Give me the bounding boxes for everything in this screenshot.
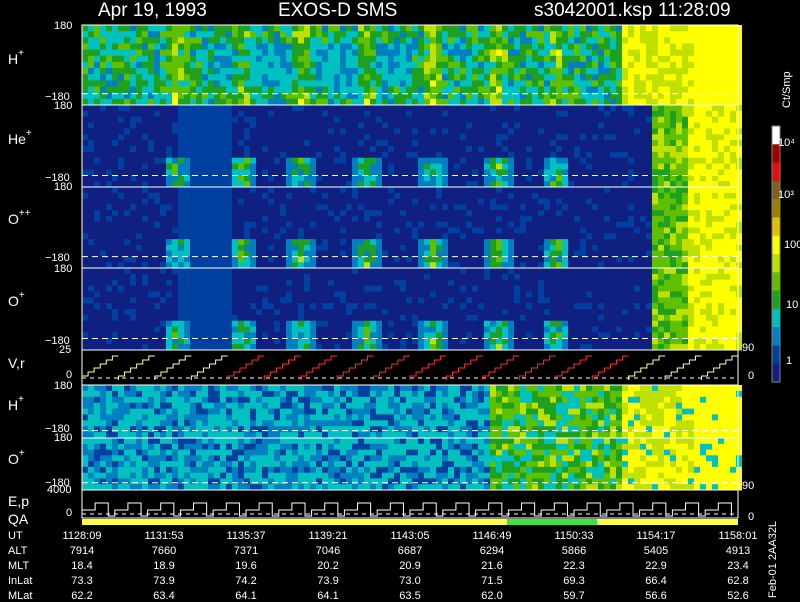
colorbar-label-1e4: 10⁴ — [778, 138, 795, 149]
panel-label-vr: V,r — [8, 356, 25, 370]
colorbar-label-10: 10 — [786, 300, 798, 311]
ephemeris-cell: 20.9 — [386, 561, 434, 572]
tick-180-opp: 180 — [54, 182, 72, 193]
ephemeris-cell: 73.0 — [386, 576, 434, 587]
tick-25-vr: 25 — [59, 345, 71, 356]
colorbar-label-1: 1 — [786, 356, 792, 367]
colorbar-swatch-10 — [772, 309, 780, 328]
tick-180-op: 180 — [54, 264, 72, 275]
ephemeris-cell: 5866 — [550, 546, 598, 557]
ephemeris-cell: 1139:21 — [304, 531, 352, 542]
colorbar-swatch-6 — [772, 236, 780, 255]
panel-label-ep: E,p — [8, 494, 29, 508]
ephemeris-cell: 66.4 — [632, 576, 680, 587]
panel-label-o-plus: O+ — [8, 294, 25, 308]
ephemeris-cell: 73.9 — [304, 576, 352, 587]
ephemeris-cell: 56.6 — [632, 591, 680, 602]
right-tick-90-vr: 90 — [742, 343, 754, 354]
ephemeris-row-label: ALT — [8, 546, 27, 557]
right-tick-0-ep: 0 — [748, 512, 754, 523]
ephemeris-cell: 73.9 — [140, 576, 188, 587]
tick-4000-ep: 4000 — [47, 485, 71, 496]
ephemeris-cell: 59.7 — [550, 591, 598, 602]
ephemeris-cell: 1146:49 — [468, 531, 516, 542]
panel-label-qa: QA — [8, 512, 28, 526]
colorbar-swatch-7 — [772, 254, 780, 273]
ephemeris-row-label: MLat — [8, 591, 32, 602]
tick-180-h2: 180 — [54, 381, 72, 392]
ephemeris-cell: 64.1 — [304, 591, 352, 602]
panel-label-o-plus-2: O+ — [8, 452, 25, 466]
colorbar-swatch-9 — [772, 291, 780, 310]
colorbar-swatch-13 — [772, 364, 780, 383]
panel-label-he-plus: He+ — [8, 132, 32, 146]
ephemeris-cell: 63.5 — [386, 591, 434, 602]
ephemeris-cell: 69.3 — [550, 576, 598, 587]
colorbar-unit: Ct/Smp — [782, 71, 793, 108]
spectrogram-stack — [0, 0, 800, 600]
ephemeris-cell: 21.6 — [468, 561, 516, 572]
ephemeris-cell: 1131:53 — [140, 531, 188, 542]
ephemeris-row-label: InLat — [8, 576, 32, 587]
ephemeris-cell: 5405 — [632, 546, 680, 557]
ephemeris-cell: 19.6 — [222, 561, 270, 572]
colorbar-swatch-4 — [772, 199, 780, 218]
tick-180-o2: 180 — [54, 433, 72, 444]
ephemeris-cell: 7660 — [140, 546, 188, 557]
ephemeris-cell: 74.2 — [222, 576, 270, 587]
right-tick-90-ep: 90 — [742, 481, 754, 492]
ephemeris-cell: 1150:33 — [550, 531, 598, 542]
ephemeris-cell: 71.5 — [468, 576, 516, 587]
tick-180-he: 180 — [54, 101, 72, 112]
tick-0-ep: 0 — [66, 508, 72, 519]
colorbar-swatch-2 — [772, 163, 780, 182]
right-tick-0-vr: 0 — [748, 371, 754, 382]
tick-180-h: 180 — [54, 21, 72, 32]
panel-label-h-plus: H+ — [8, 52, 24, 66]
ephemeris-row-label: UT — [8, 531, 23, 542]
ephemeris-cell: 73.3 — [58, 576, 106, 587]
ephemeris-cell: 63.4 — [140, 591, 188, 602]
ephemeris-cell: 22.3 — [550, 561, 598, 572]
ephemeris-cell: 7914 — [58, 546, 106, 557]
panel-label-o-plusplus: O++ — [8, 212, 31, 226]
colorbar-label-1e3: 10³ — [778, 190, 794, 201]
colorbar-swatch-8 — [772, 272, 780, 291]
ephemeris-cell: 22.9 — [632, 561, 680, 572]
ephemeris-cell: 64.1 — [222, 591, 270, 602]
ephemeris-cell: 6294 — [468, 546, 516, 557]
ephemeris-cell: 62.8 — [714, 576, 762, 587]
panel-label-h-plus-2: H+ — [8, 398, 24, 412]
ephemeris-cell: 23.4 — [714, 561, 762, 572]
ephemeris-cell: 62.0 — [468, 591, 516, 602]
qa-bar-good — [507, 519, 597, 525]
colorbar-swatch-12 — [772, 345, 780, 364]
ephemeris-cell: 18.9 — [140, 561, 188, 572]
ephemeris-cell: 1128:09 — [58, 531, 106, 542]
ephemeris-cell: 6687 — [386, 546, 434, 557]
ephemeris-cell: 18.4 — [58, 561, 106, 572]
ephemeris-row-label: MLT — [8, 561, 29, 572]
footer-id: Feb-01 2AA32L — [768, 521, 779, 598]
ephemeris-cell: 1135:37 — [222, 531, 270, 542]
ephemeris-cell: 20.2 — [304, 561, 352, 572]
colorbar-swatch-11 — [772, 327, 780, 346]
ephemeris-cell: 4913 — [714, 546, 762, 557]
ephemeris-cell: 62.2 — [58, 591, 106, 602]
ephemeris-cell: 7371 — [222, 546, 270, 557]
colorbar-label-100: 100 — [784, 240, 800, 251]
ephemeris-cell: 1158:01 — [714, 531, 762, 542]
ephemeris-cell: 1154:17 — [632, 531, 680, 542]
ephemeris-cell: 52.6 — [714, 591, 762, 602]
ephemeris-cell: 7046 — [304, 546, 352, 557]
qa-bar — [82, 519, 738, 525]
colorbar-swatch-5 — [772, 217, 780, 236]
ephemeris-cell: 1143:05 — [386, 531, 434, 542]
